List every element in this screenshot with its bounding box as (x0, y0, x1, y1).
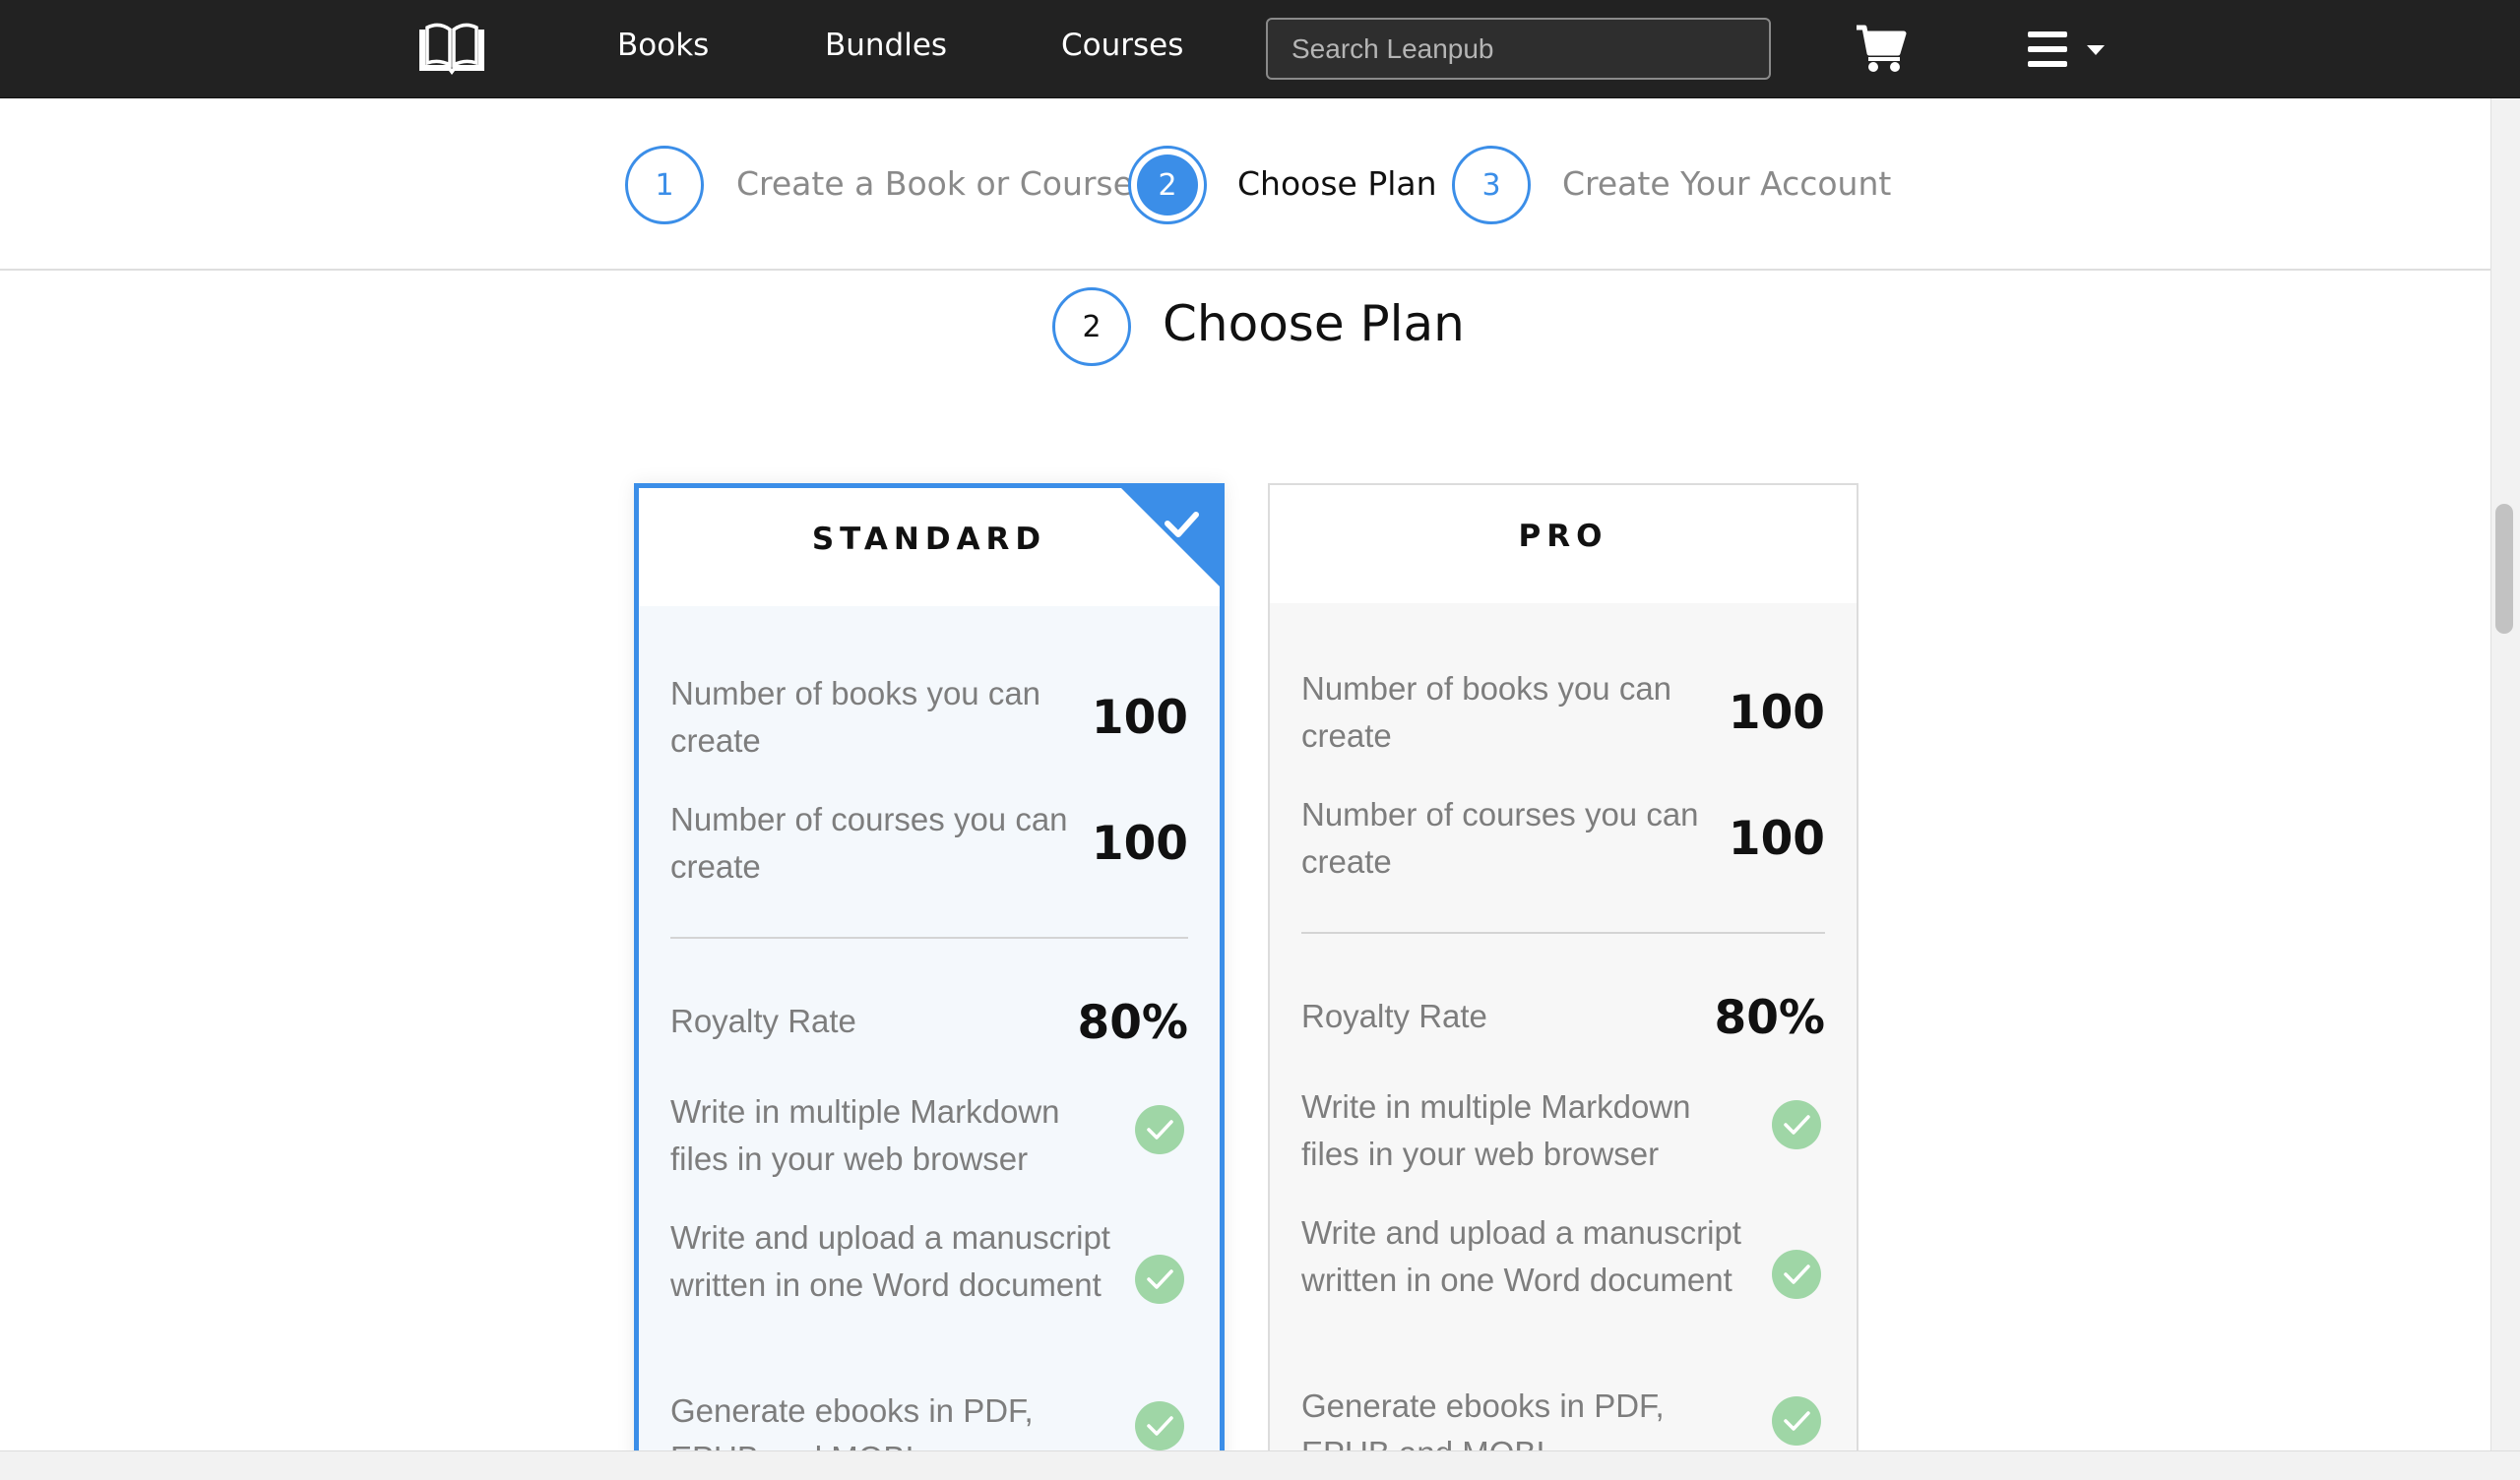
check-circle-icon (1772, 1100, 1821, 1149)
caret-down-icon (2087, 45, 2105, 55)
nav-link-courses[interactable]: Courses (1061, 28, 1183, 63)
card-divider (1301, 932, 1825, 934)
feature-markdown-label: Write in multiple Markdown files in your… (1301, 1088, 1691, 1172)
vertical-scrollbar-thumb[interactable] (2495, 504, 2513, 634)
vertical-scrollbar-track[interactable] (2490, 98, 2520, 1456)
check-circle-icon (1135, 1105, 1184, 1154)
step-1-label[interactable]: Create a Book or Course (736, 164, 1133, 203)
royalty-rate-value: 80% (1077, 996, 1189, 1050)
step-2-label[interactable]: Choose Plan (1237, 164, 1437, 203)
royalty-rate-label: Royalty Rate (670, 1003, 856, 1039)
check-circle-icon (1772, 1250, 1821, 1299)
horizontal-scrollbar-track[interactable] (0, 1450, 2520, 1480)
courses-count-label: Number of courses you can create (1301, 796, 1699, 880)
plan-name: PRO (1518, 519, 1608, 554)
books-count-label: Number of books you can create (670, 675, 1041, 759)
step-2-circle[interactable]: 2 (1128, 146, 1207, 224)
search-input[interactable] (1266, 18, 1771, 80)
plan-card-header: PRO (1270, 485, 1857, 603)
step-3-circle[interactable]: 3 (1452, 146, 1531, 224)
section-step-number: 2 (1052, 287, 1131, 366)
books-count-value: 100 (1091, 691, 1188, 745)
courses-count-value: 100 (1091, 817, 1188, 871)
leanpub-logo-icon[interactable] (415, 22, 488, 77)
courses-count-value: 100 (1728, 812, 1825, 866)
royalty-rate-label: Royalty Rate (1301, 998, 1487, 1034)
check-circle-icon (1772, 1396, 1821, 1446)
shopping-cart-icon[interactable] (1855, 24, 1908, 73)
hamburger-menu-icon[interactable] (2026, 30, 2109, 69)
courses-count-label: Number of courses you can create (670, 801, 1068, 885)
check-circle-icon (1135, 1255, 1184, 1304)
books-count-label: Number of books you can create (1301, 670, 1672, 754)
section-title: Choose Plan (1163, 295, 1465, 352)
step-2-number: 2 (1137, 154, 1198, 216)
plan-card-pro[interactable]: PRO Number of books you can create 100 N… (1268, 483, 1858, 1480)
feature-word-label: Write and upload a manuscript written in… (670, 1219, 1110, 1303)
card-divider (670, 937, 1188, 939)
royalty-rate-value: 80% (1714, 991, 1826, 1045)
step-1-circle[interactable]: 1 (625, 146, 704, 224)
nav-link-books[interactable]: Books (617, 28, 709, 63)
top-navigation-bar: Books Bundles Courses (0, 0, 2520, 98)
signup-stepper: 1 Create a Book or Course 2 Choose Plan … (0, 99, 2490, 271)
feature-word-label: Write and upload a manuscript written in… (1301, 1214, 1741, 1298)
check-circle-icon (1135, 1401, 1184, 1450)
plan-card-standard[interactable]: STANDARD Number of books you can create … (634, 483, 1225, 1480)
nav-link-bundles[interactable]: Bundles (825, 28, 947, 63)
feature-markdown-label: Write in multiple Markdown files in your… (670, 1093, 1060, 1177)
selected-corner-check-icon (1121, 488, 1220, 586)
step-3-label[interactable]: Create Your Account (1562, 164, 1891, 203)
books-count-value: 100 (1728, 686, 1825, 740)
